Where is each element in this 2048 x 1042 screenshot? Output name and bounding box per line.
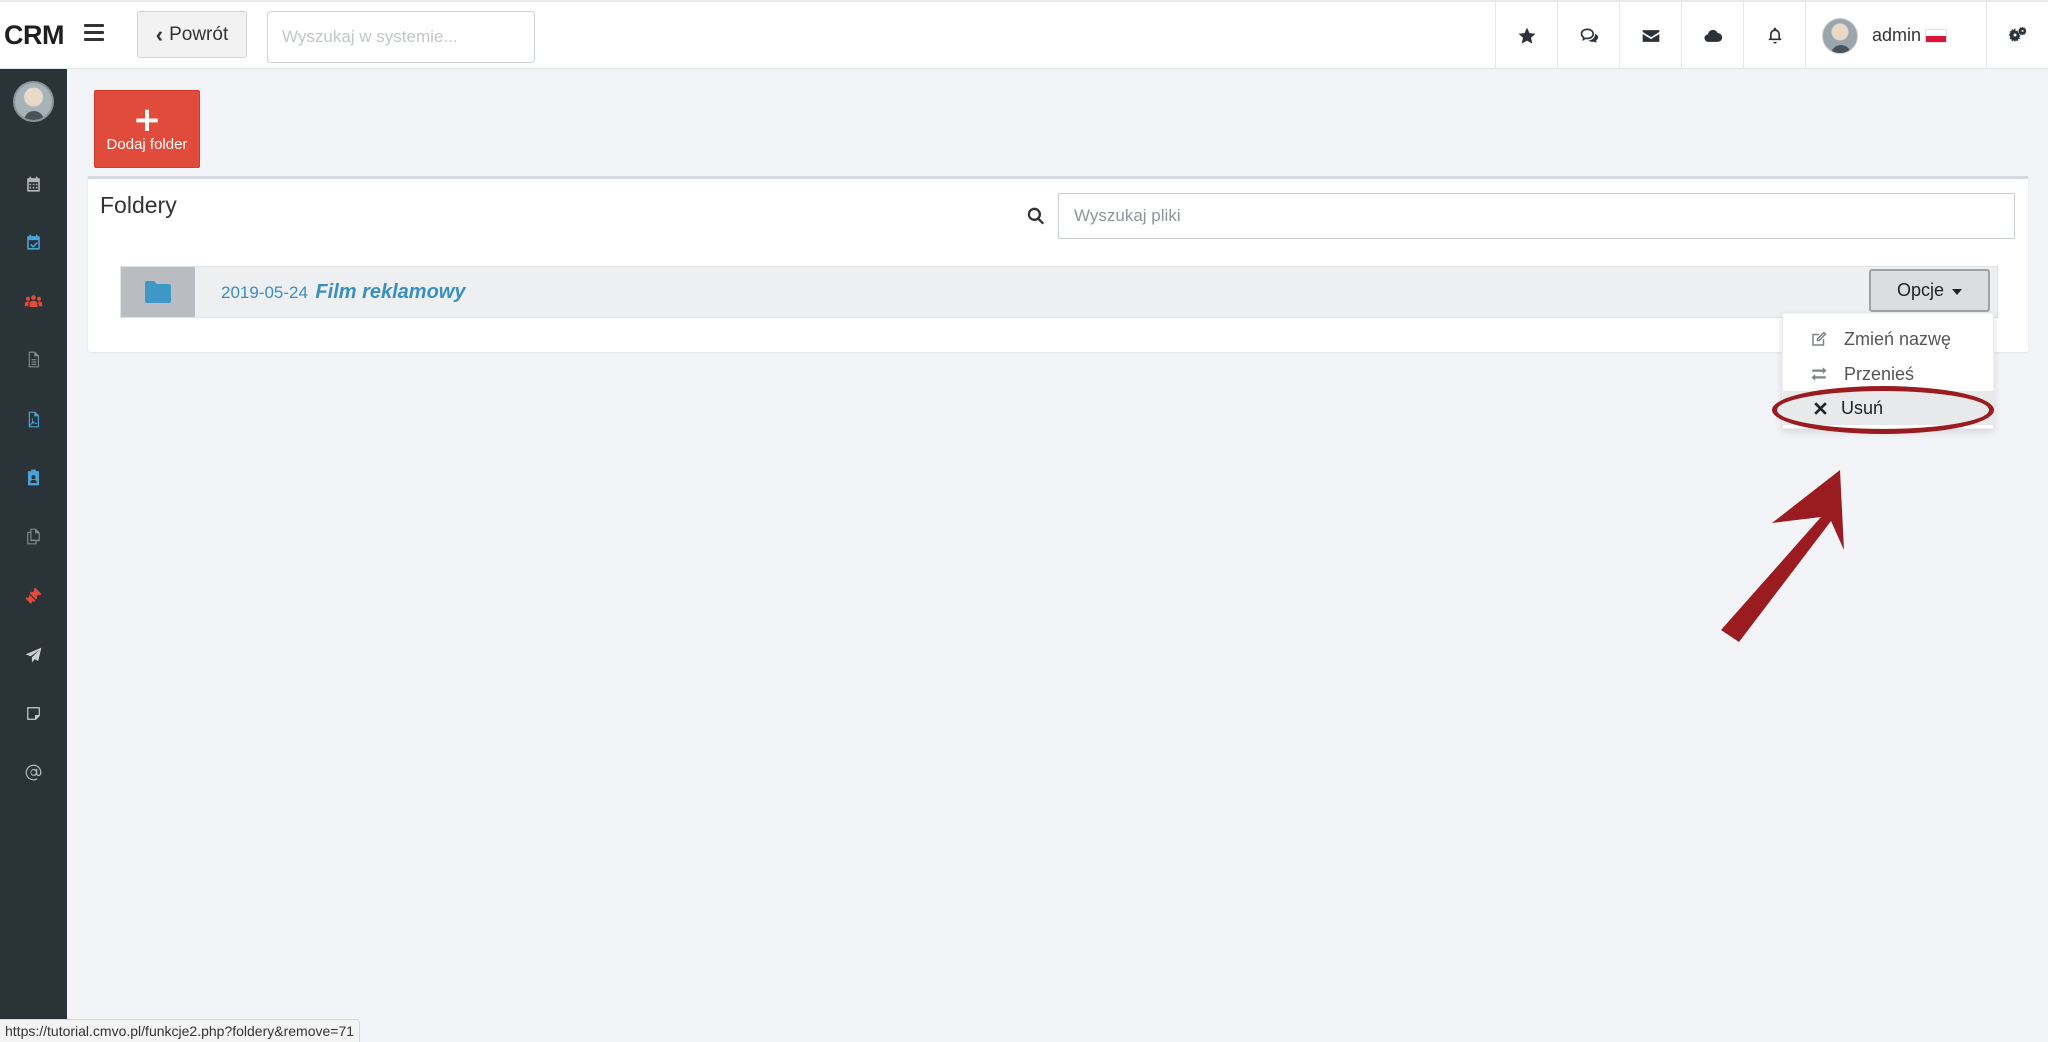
bell-icon [1767, 27, 1782, 43]
plus-icon: + [132, 99, 162, 140]
comments-icon [1580, 28, 1598, 43]
users-icon [24, 294, 43, 307]
sidebar [0, 69, 67, 1042]
folder-thumbnail [121, 267, 195, 317]
sidebar-item-send[interactable] [0, 635, 67, 675]
sidebar-item-tasks[interactable] [0, 222, 67, 262]
edit-icon [1808, 330, 1830, 348]
file-search-input[interactable] [1058, 193, 2015, 239]
annotation-arrow [1721, 470, 1844, 642]
sidebar-item-contacts[interactable] [0, 281, 67, 321]
menu-item-label: Zmień nazwę [1844, 328, 1952, 349]
messages-button[interactable] [1557, 2, 1619, 69]
envelope-icon [1642, 29, 1659, 42]
folder-link[interactable]: 2019-05-24 Film reklamowy [221, 281, 465, 304]
copy-icon [27, 528, 40, 544]
menu-item-label: Przenieś [1844, 363, 1915, 384]
sidebar-item-clients[interactable] [0, 457, 67, 497]
calendar-icon [27, 176, 40, 192]
sidebar-item-documents[interactable] [0, 339, 67, 379]
sidebar-item-pdf[interactable] [0, 399, 67, 439]
status-url: https://tutorial.cmvo.pl/funkcje2.php?fo… [0, 1019, 361, 1042]
search-icon [1027, 207, 1045, 225]
menu-toggle-icon[interactable] [84, 24, 104, 46]
add-folder-button[interactable]: + Dodaj folder [94, 90, 200, 168]
exchange-icon [1808, 365, 1830, 383]
sidebar-item-tickets[interactable] [0, 575, 67, 615]
document-icon [28, 351, 40, 367]
user-menu[interactable]: admin [1805, 2, 1986, 69]
add-folder-label: Dodaj folder [106, 135, 188, 153]
ticket-icon [25, 587, 42, 604]
mail-button[interactable] [1619, 2, 1681, 69]
folders-panel: Foldery 2019-05-24 Film reklamowy [88, 176, 2028, 352]
sidebar-item-calendar[interactable] [0, 164, 67, 204]
cloud-icon [1703, 29, 1722, 42]
clipboard-user-icon [27, 469, 40, 485]
folder-name: Film reklamowy [315, 281, 466, 303]
username: admin [1872, 25, 1922, 45]
back-button-label: Powrót [169, 23, 229, 45]
highlight-ellipse [1772, 386, 1994, 434]
cloud-button[interactable] [1681, 2, 1743, 69]
sidebar-item-copies[interactable] [0, 516, 67, 556]
sidebar-avatar[interactable] [13, 81, 54, 122]
favorites-button[interactable] [1495, 2, 1557, 69]
brand-logo[interactable]: CRM [4, 20, 65, 51]
top-bar: CRM ‹ Powrót admin [0, 0, 2048, 69]
options-button[interactable]: Opcje [1869, 269, 1990, 312]
notifications-button[interactable] [1743, 2, 1805, 69]
paper-plane-icon [25, 647, 42, 663]
at-icon [25, 764, 42, 780]
cogs-icon [2008, 26, 2026, 42]
panel-title: Foldery [100, 192, 177, 218]
polish-flag-icon [1925, 29, 1948, 44]
back-button[interactable]: ‹ Powrót [137, 11, 247, 58]
pdf-icon [28, 411, 40, 427]
folder-icon [145, 281, 171, 303]
menu-item-rename[interactable]: Zmień nazwę [1783, 322, 1995, 356]
options-label: Opcje [1896, 280, 1945, 300]
folder-date: 2019-05-24 [221, 283, 308, 302]
caret-down-icon [1952, 288, 1963, 295]
sidebar-item-notes[interactable] [0, 693, 67, 733]
calendar-check-icon [27, 234, 40, 250]
global-search-input[interactable] [267, 11, 535, 63]
chevron-left-icon: ‹ [155, 21, 164, 47]
folder-row[interactable]: 2019-05-24 Film reklamowy [120, 266, 1998, 318]
settings-button[interactable] [1986, 2, 2048, 69]
top-icons: admin [1495, 2, 2048, 69]
sidebar-item-email[interactable] [0, 752, 67, 792]
sticky-note-icon [27, 706, 40, 720]
avatar [1822, 17, 1858, 54]
star-icon [1518, 27, 1535, 44]
